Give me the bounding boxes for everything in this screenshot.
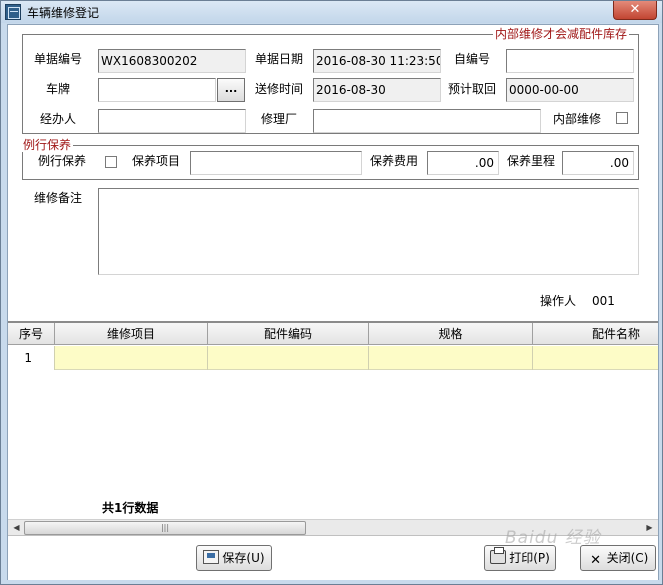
pickup-label: 预计取回 [448,82,497,96]
printer-icon [490,547,507,564]
send-time-label: 送修时间 [255,82,304,96]
col-header-item[interactable]: 维修项目 [55,323,208,345]
factory-label: 修理厂 [261,112,298,126]
window-title: 车辆维修登记 [27,6,100,20]
plate-lookup-button[interactable]: ... [217,78,245,102]
col-header-code[interactable]: 配件编码 [208,323,369,345]
handler-label: 经办人 [40,112,77,126]
maintenance-mileage-label: 保养里程 [507,154,556,168]
vehicle-repair-window: 车辆维修登记 ✕ 内部维修才会减配件库存 单据编号 WX1608300202 单… [0,0,663,585]
col-header-spec[interactable]: 规格 [369,323,533,345]
table-row[interactable]: 1 [8,346,658,370]
close-button-label: 关闭(C) [606,551,649,565]
self-no-field[interactable] [506,49,634,73]
maintenance-cost-label: 保养费用 [370,154,419,168]
form-client-area: 内部维修才会减配件库存 单据编号 WX1608300202 单据日期 2016-… [7,24,659,580]
save-icon [203,550,220,564]
remarks-label: 维修备注 [34,191,83,205]
close-button[interactable]: ✕ 关闭(C) [580,545,656,571]
handler-field[interactable] [98,109,246,133]
maintenance-legend: 例行保养 [21,138,74,152]
pickup-field[interactable]: 0000-00-00 [506,78,634,102]
scroll-right-icon[interactable]: ▶ [641,520,658,536]
scroll-left-icon[interactable]: ◀ [8,520,25,536]
row-count-summary: 共1行数据 [102,501,159,515]
save-button-label: 保存(U) [222,551,265,565]
row-no-cell[interactable]: 1 [8,346,55,370]
print-button[interactable]: 打印(P) [484,545,556,571]
internal-repair-checkbox[interactable] [616,112,628,124]
row-code-cell[interactable] [208,346,369,370]
internal-repair-label: 内部维修 [553,112,602,126]
maintenance-item-field[interactable] [190,151,362,175]
doc-no-field[interactable]: WX1608300202 [98,49,246,73]
title-bar: 车辆维修登记 ✕ [1,1,662,23]
row-item-cell[interactable] [55,346,208,370]
operator-value: 001 [592,294,615,308]
maintenance-mileage-field[interactable]: .00 [562,151,634,175]
doc-date-field[interactable]: 2016-08-30 11:23:50:93 [313,49,441,73]
save-button[interactable]: 保存(U) [196,545,272,571]
window-close-button[interactable]: ✕ [613,1,657,20]
plate-field[interactable] [98,78,216,102]
doc-no-label: 单据编号 [34,52,83,66]
self-no-label: 自编号 [454,52,491,66]
repair-info-legend: 内部维修才会减配件库存 [493,27,630,41]
remarks-textarea[interactable] [98,188,639,275]
baidu-watermark: Baidu 经验 [505,528,601,548]
close-icon: ✕ [590,553,602,568]
col-header-name[interactable]: 配件名称 [533,323,658,345]
scrollbar-thumb[interactable]: ||| [24,521,306,535]
app-icon [5,4,21,20]
col-header-no[interactable]: 序号 [8,323,55,345]
maintenance-cost-field[interactable]: .00 [427,151,499,175]
factory-field[interactable] [313,109,541,133]
doc-date-label: 单据日期 [255,52,304,66]
maintenance-item-label: 保养项目 [132,154,181,168]
print-button-label: 打印(P) [509,551,550,565]
row-spec-cell[interactable] [369,346,533,370]
plate-label: 车牌 [46,82,71,96]
routine-maintenance-label: 例行保养 [38,154,87,168]
row-name-cell[interactable] [533,346,658,370]
routine-maintenance-checkbox[interactable] [105,156,117,168]
operator-label: 操作人 [540,294,577,308]
grid-header: 序号 维修项目 配件编码 规格 配件名称 [8,323,658,345]
send-time-field[interactable]: 2016-08-30 [313,78,441,102]
